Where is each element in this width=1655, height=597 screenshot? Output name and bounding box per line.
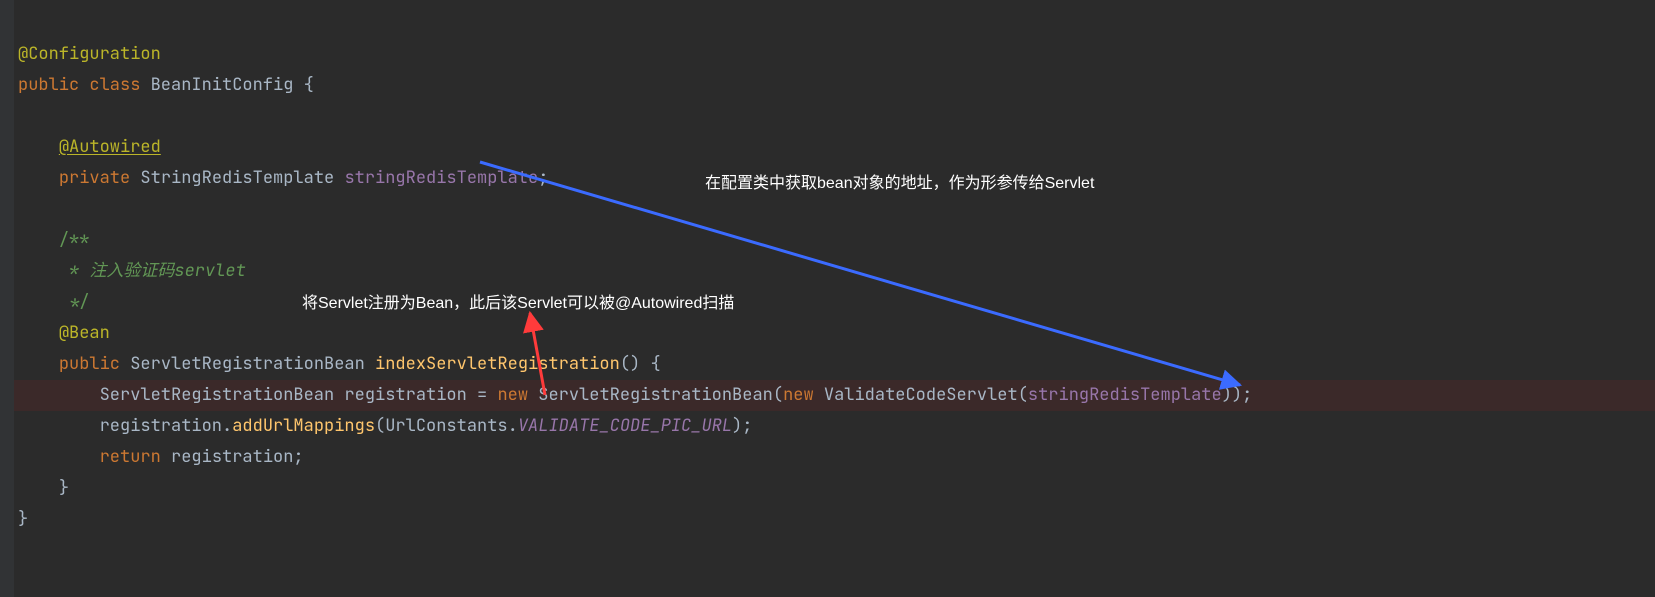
line-6 xyxy=(18,198,28,220)
line-9: */ xyxy=(18,291,89,313)
annotation-text-top: 在配置类中获取bean对象的地址，作为形参传给Servlet xyxy=(705,168,1094,199)
line-1: @Configuration xyxy=(18,43,161,65)
editor-gutter xyxy=(0,0,14,597)
line-4: @Autowired xyxy=(18,136,161,158)
field-stringRedisTemplate: stringRedisTemplate xyxy=(344,167,538,189)
line-7: /** xyxy=(18,229,89,251)
annotation-configuration: @Configuration xyxy=(18,43,161,65)
annotation-bean: @Bean xyxy=(59,322,110,344)
line-12: ServletRegistrationBean registration = n… xyxy=(18,384,1252,406)
constant-validate-code-pic-url: VALIDATE_CODE_PIC_URL xyxy=(518,415,732,437)
line-13: registration.addUrlMappings(UrlConstants… xyxy=(18,415,752,437)
arg-stringRedisTemplate: stringRedisTemplate xyxy=(1028,384,1222,406)
code-area[interactable]: @Configuration public class BeanInitConf… xyxy=(18,8,1252,535)
line-16: } xyxy=(18,508,28,530)
line-3 xyxy=(18,105,28,127)
line-10: @Bean xyxy=(18,322,110,344)
line-11: public ServletRegistrationBean indexServ… xyxy=(18,353,661,375)
line-8: * 注入验证码servlet xyxy=(18,260,246,282)
line-2: public class BeanInitConfig { xyxy=(18,74,314,96)
line-5: private StringRedisTemplate stringRedisT… xyxy=(18,167,548,189)
line-15: } xyxy=(18,477,69,499)
line-14: return registration; xyxy=(18,446,304,468)
annotation-text-bottom: 将Servlet注册为Bean，此后该Servlet可以被@Autowired扫… xyxy=(302,288,734,319)
annotation-autowired: @Autowired xyxy=(59,136,161,158)
method-indexServletRegistration: indexServletRegistration xyxy=(375,353,620,375)
